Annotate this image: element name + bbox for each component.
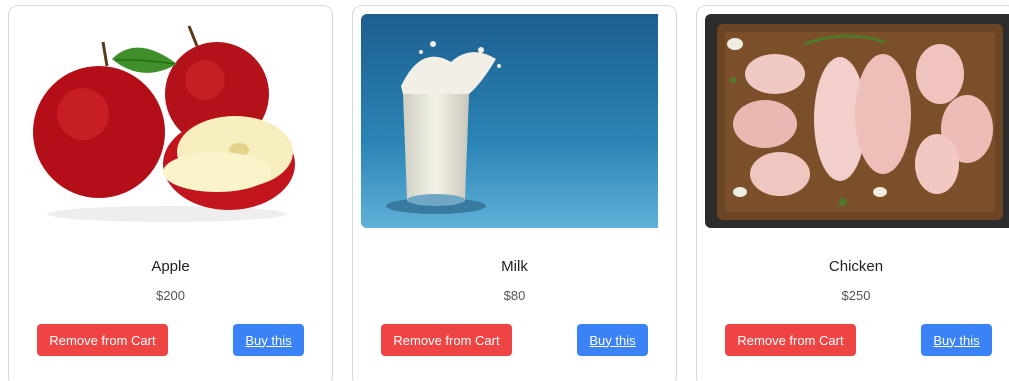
product-price: $80 — [503, 288, 526, 303]
product-image-chicken — [705, 14, 1009, 228]
product-name: Apple — [151, 258, 190, 275]
buy-this-button[interactable]: Buy this — [921, 324, 992, 356]
product-card-milk: Milk $80 Remove from Cart Buy this — [352, 5, 677, 381]
product-card-chicken: Chicken $250 Remove from Cart Buy this — [696, 5, 1009, 381]
product-grid: Apple $200 Remove from Cart Buy this Mil… — [0, 0, 1009, 381]
product-image-apple — [17, 14, 324, 228]
product-image-milk — [361, 14, 668, 228]
remove-from-cart-button[interactable]: Remove from Cart — [725, 324, 856, 356]
remove-from-cart-button[interactable]: Remove from Cart — [381, 324, 512, 356]
buy-this-button[interactable]: Buy this — [577, 324, 648, 356]
product-name: Chicken — [828, 258, 884, 275]
buy-this-button[interactable]: Buy this — [233, 324, 304, 356]
product-price: $250 — [841, 288, 871, 303]
product-card-apple: Apple $200 Remove from Cart Buy this — [8, 5, 333, 381]
remove-from-cart-button[interactable]: Remove from Cart — [37, 324, 168, 356]
product-price: $200 — [156, 288, 185, 303]
product-name: Milk — [501, 258, 528, 275]
